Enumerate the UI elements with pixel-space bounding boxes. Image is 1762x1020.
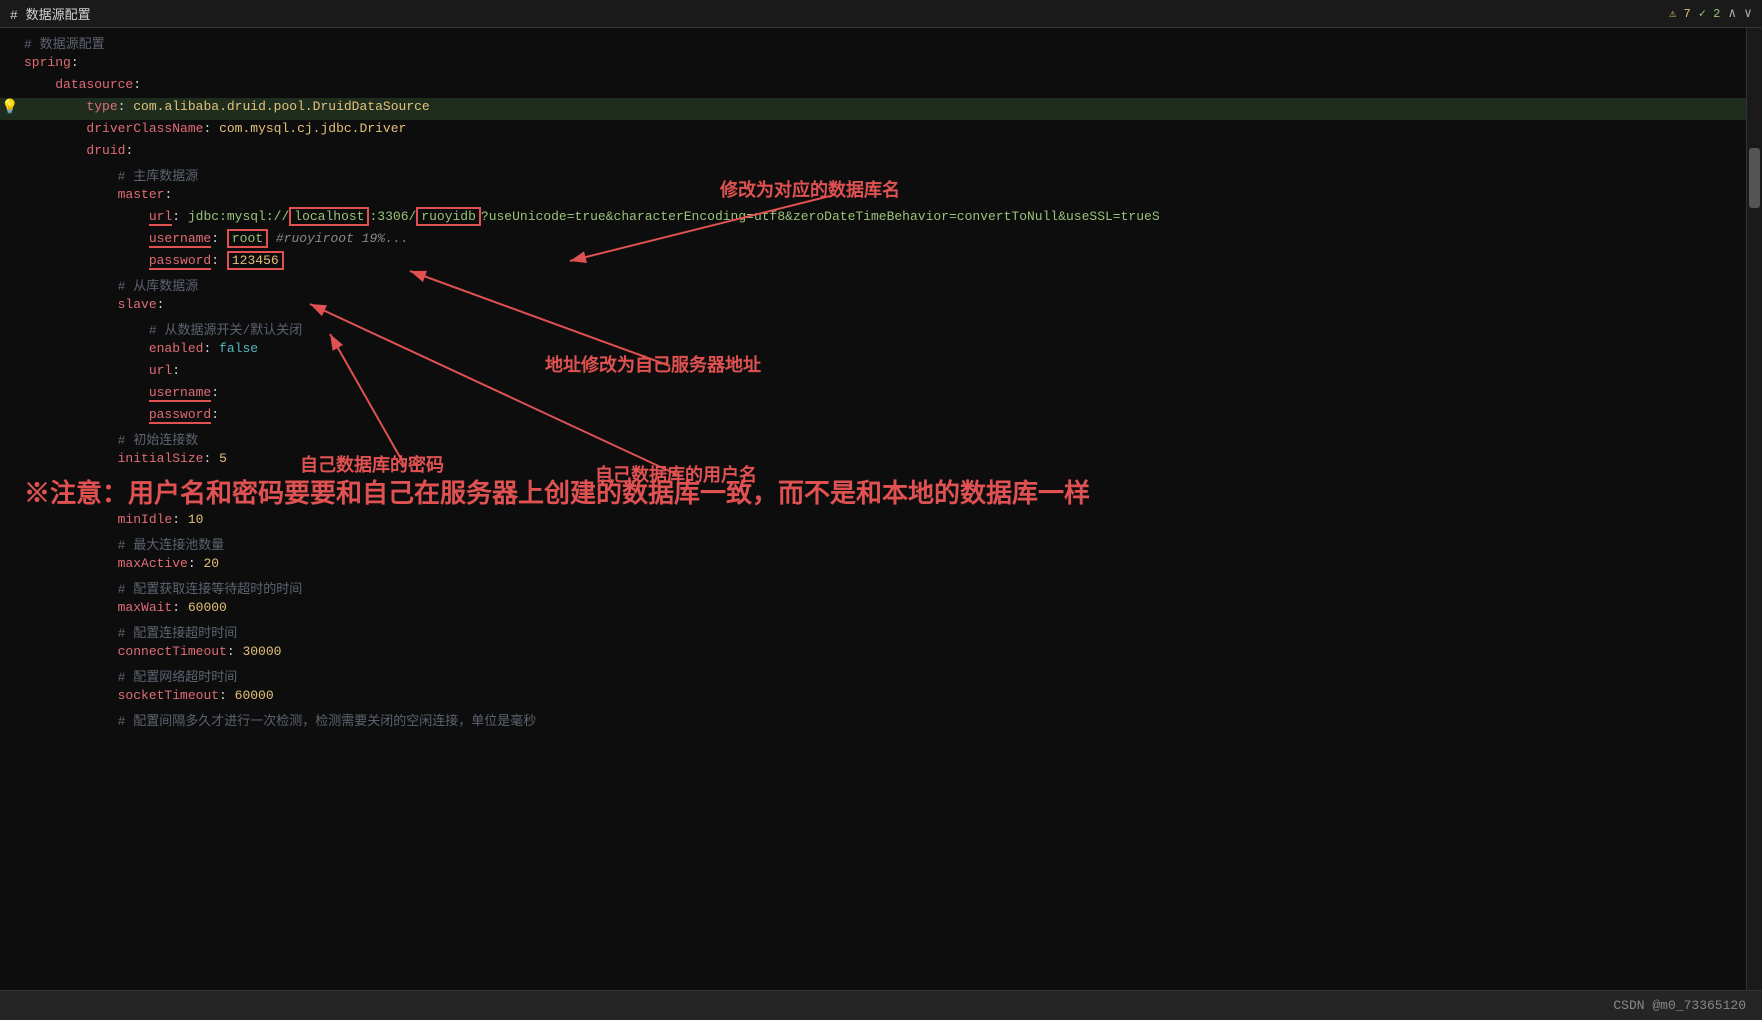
code-line-2: spring: — [0, 54, 1746, 76]
highlight-username: root — [227, 229, 268, 248]
code-line-18: password: — [0, 406, 1746, 428]
line-content-15: enabled: false — [20, 341, 1746, 356]
code-line-22: # 最大连接池数量 — [0, 533, 1746, 555]
code-line-10: username: root #ruoyiroot 19%... — [0, 230, 1746, 252]
line-content-10: username: root #ruoyiroot 19%... — [20, 231, 1746, 246]
highlight-password: 123456 — [227, 251, 284, 270]
line-content-28: # 配置网络超时时间 — [20, 666, 1746, 685]
chevron-down-icon[interactable]: ∨ — [1744, 6, 1752, 21]
line-content-12: # 从库数据源 — [20, 275, 1746, 294]
code-line-28: # 配置网络超时时间 — [0, 665, 1746, 687]
highlight-dbname: ruoyidb — [416, 207, 481, 226]
line-indicator-4: 💡 — [0, 99, 20, 116]
top-bar-right: ⚠ 7 ✓ 2 ∧ ∨ — [1669, 6, 1752, 21]
vertical-scrollbar[interactable] — [1746, 28, 1762, 990]
line-content-26: # 配置连接超时时间 — [20, 622, 1746, 641]
chevron-up-icon[interactable]: ∧ — [1728, 6, 1736, 21]
line-content-9: url: jdbc:mysql://localhost:3306/ruoyidb… — [20, 209, 1746, 224]
check-badge: ✓ 2 — [1699, 6, 1721, 21]
code-line-14: # 从数据源开关/默认关闭 — [0, 318, 1746, 340]
line-content-22: # 最大连接池数量 — [20, 534, 1746, 553]
line-content-25: maxWait: 60000 — [20, 600, 1746, 615]
code-line-19: # 初始连接数 — [0, 428, 1746, 450]
line-content-21: minIdle: 10 — [20, 512, 1746, 527]
code-line-6: druid: — [0, 142, 1746, 164]
code-line-23: maxActive: 20 — [0, 555, 1746, 577]
line-content-1: # 数据源配置 — [20, 33, 1746, 52]
line-content-27: connectTimeout: 30000 — [20, 644, 1746, 659]
code-line-8: master: — [0, 186, 1746, 208]
file-title: # 数据源配置 — [10, 4, 91, 23]
highlight-localhost: localhost — [289, 207, 369, 226]
scrollbar-thumb[interactable] — [1749, 148, 1760, 208]
bulb-icon[interactable]: 💡 — [1, 99, 18, 116]
code-line-13: slave: — [0, 296, 1746, 318]
line-content-16: url: — [20, 363, 1746, 378]
code-line-notice: ※注意：用户名和密码要要和自己在服务器上创建的数据库一致，而不是和本地的数据库一… — [0, 472, 1746, 511]
line-content-24: # 配置获取连接等待超时的时间 — [20, 578, 1746, 597]
line-content-30: # 配置间隔多久才进行一次检测，检测需要关闭的空闲连接，单位是毫秒 — [20, 710, 1746, 729]
code-line-16: url: — [0, 362, 1746, 384]
code-line-5: driverClassName: com.mysql.cj.jdbc.Drive… — [0, 120, 1746, 142]
code-line-9: url: jdbc:mysql://localhost:3306/ruoyidb… — [0, 208, 1746, 230]
code-line-21: minIdle: 10 — [0, 511, 1746, 533]
code-line-20: initialSize: 5 — [0, 450, 1746, 472]
code-line-1: # 数据源配置 — [0, 32, 1746, 54]
line-content-23: maxActive: 20 — [20, 556, 1746, 571]
code-line-4: 💡 type: com.alibaba.druid.pool.DruidData… — [0, 98, 1746, 120]
status-bar: CSDN @m0_73365120 — [0, 990, 1762, 1020]
line-content-8: master: — [20, 187, 1746, 202]
code-line-12: # 从库数据源 — [0, 274, 1746, 296]
line-content-14: # 从数据源开关/默认关闭 — [20, 319, 1746, 338]
code-line-25: maxWait: 60000 — [0, 599, 1746, 621]
editor-container: # 数据源配置 ⚠ 7 ✓ 2 ∧ ∨ # 数据源配置 spring: data… — [0, 0, 1762, 1020]
line-content-18: password: — [20, 407, 1746, 422]
status-csdn: CSDN @m0_73365120 — [1613, 998, 1746, 1013]
line-content-4: type: com.alibaba.druid.pool.DruidDataSo… — [20, 99, 1746, 114]
line-content-5: driverClassName: com.mysql.cj.jdbc.Drive… — [20, 121, 1746, 136]
code-line-17: username: — [0, 384, 1746, 406]
code-line-27: connectTimeout: 30000 — [0, 643, 1746, 665]
line-content-6: druid: — [20, 143, 1746, 158]
line-content-29: socketTimeout: 60000 — [20, 688, 1746, 703]
line-content-19: # 初始连接数 — [20, 429, 1746, 448]
code-area: # 数据源配置 spring: datasource: 💡 type: com.… — [0, 28, 1746, 990]
code-line-3: datasource: — [0, 76, 1746, 98]
line-content-17: username: — [20, 385, 1746, 400]
line-content-11: password: 123456 — [20, 253, 1746, 268]
code-line-7: # 主库数据源 — [0, 164, 1746, 186]
code-line-24: # 配置获取连接等待超时的时间 — [0, 577, 1746, 599]
code-line-26: # 配置连接超时时间 — [0, 621, 1746, 643]
line-content-3: datasource: — [20, 77, 1746, 92]
code-line-15: enabled: false — [0, 340, 1746, 362]
line-content-13: slave: — [20, 297, 1746, 312]
line-content-20: initialSize: 5 — [20, 451, 1746, 466]
line-content-2: spring: — [20, 55, 1746, 70]
warning-badge: ⚠ 7 — [1669, 6, 1691, 21]
code-line-11: password: 123456 — [0, 252, 1746, 274]
code-line-30: # 配置间隔多久才进行一次检测，检测需要关闭的空闲连接，单位是毫秒 — [0, 709, 1746, 731]
line-content-7: # 主库数据源 — [20, 165, 1746, 184]
code-line-29: socketTimeout: 60000 — [0, 687, 1746, 709]
top-bar: # 数据源配置 ⚠ 7 ✓ 2 ∧ ∨ — [0, 0, 1762, 28]
notice-text: ※注意：用户名和密码要要和自己在服务器上创建的数据库一致，而不是和本地的数据库一… — [20, 473, 1746, 510]
